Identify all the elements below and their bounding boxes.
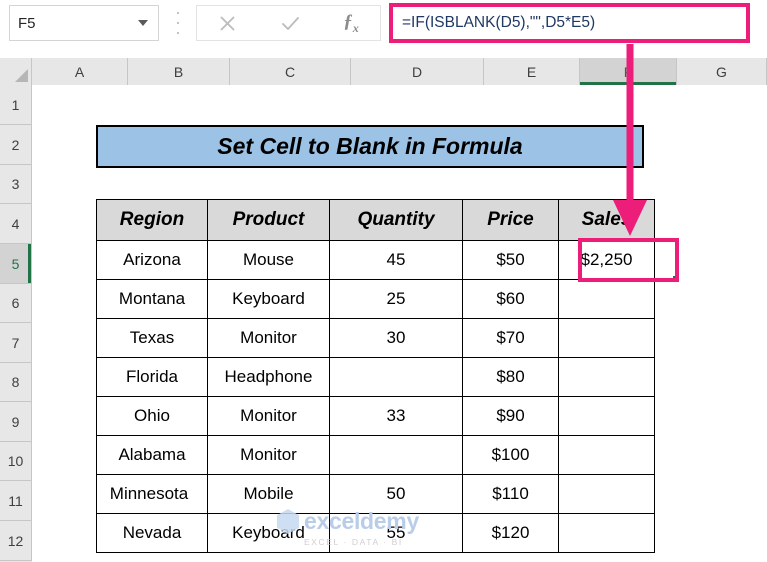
row-header-4[interactable]: 4: [0, 204, 32, 244]
cell-region[interactable]: Florida: [96, 357, 208, 397]
cell-price[interactable]: $90: [462, 396, 559, 436]
column-header-d[interactable]: D: [351, 58, 484, 85]
cell-region-text: Minnesota: [109, 484, 189, 503]
cell-quantity[interactable]: 55: [329, 513, 463, 553]
cell-price[interactable]: $100: [462, 435, 559, 475]
cell-region[interactable]: Ohio: [96, 396, 208, 436]
column-header-c[interactable]: C: [230, 58, 351, 85]
column-header-row: A B C D E F G: [0, 58, 767, 85]
table-row: Minnesota Mobile 50 $110: [96, 474, 655, 514]
cell-sales[interactable]: [558, 279, 655, 319]
cell-product[interactable]: Keyboard: [207, 279, 330, 319]
cell-quantity[interactable]: 50: [329, 474, 463, 514]
column-header-a[interactable]: A: [32, 58, 128, 85]
column-header-product[interactable]: Product: [207, 199, 330, 241]
row-header-column: 1 2 3 4 5 6 7 8 9 10 11 12: [0, 85, 32, 562]
cell-product[interactable]: Monitor: [207, 318, 330, 358]
row-header-9[interactable]: 9: [0, 402, 32, 442]
cell-region[interactable]: Montana: [96, 279, 208, 319]
formula-bar-strip: F5 ƒx =IF(ISBLANK(D5),"",D5*E5): [0, 0, 767, 52]
table-row: Montana Keyboard 25 $60: [96, 279, 655, 319]
cell-price[interactable]: $60: [462, 279, 559, 319]
row-header-12[interactable]: 12: [0, 521, 32, 561]
cell-region[interactable]: Alabama: [96, 435, 208, 475]
column-header-quantity[interactable]: Quantity: [329, 199, 463, 241]
cell-sales[interactable]: [558, 474, 655, 514]
formula-action-buttons: ƒx: [196, 5, 381, 41]
row-header-6[interactable]: 6: [0, 284, 32, 323]
cell-region[interactable]: Arizona: [96, 240, 208, 280]
column-header-g[interactable]: G: [677, 58, 767, 85]
title-banner-cell[interactable]: Set Cell to Blank in Formula: [96, 125, 644, 168]
table-header-row: Region Product Quantity Price Sales: [96, 199, 655, 241]
column-header-sales[interactable]: Sales: [558, 199, 655, 241]
cell-sales[interactable]: $2,250: [558, 240, 655, 280]
row-header-1[interactable]: 1: [0, 85, 32, 125]
cell-sales[interactable]: [558, 513, 655, 553]
cell-region[interactable]: Minnesota: [96, 474, 208, 514]
row-header-7[interactable]: 7: [0, 323, 32, 363]
cell-sales[interactable]: [558, 435, 655, 475]
column-header-price[interactable]: Price: [462, 199, 559, 241]
table-row: Ohio Monitor 33 $90: [96, 396, 655, 436]
toolbar-separator-dots: [176, 12, 180, 34]
checkmark-confirm-icon[interactable]: [280, 14, 301, 33]
cell-price[interactable]: $110: [462, 474, 559, 514]
cell-region[interactable]: Texas: [96, 318, 208, 358]
cell-product[interactable]: Keyboard: [207, 513, 330, 553]
cell-product[interactable]: Monitor: [207, 396, 330, 436]
table-row: Texas Monitor 30 $70: [96, 318, 655, 358]
row-header-11[interactable]: 11: [0, 481, 32, 521]
column-header-region[interactable]: Region: [96, 199, 208, 241]
data-table: Region Product Quantity Price Sales Ariz…: [96, 199, 655, 553]
select-all-corner-icon[interactable]: [0, 58, 32, 85]
name-box[interactable]: F5: [9, 5, 159, 41]
cell-price[interactable]: $70: [462, 318, 559, 358]
cell-product[interactable]: Headphone: [207, 357, 330, 397]
page-title: Set Cell to Blank in Formula: [217, 133, 523, 159]
cell-quantity[interactable]: 45: [329, 240, 463, 280]
cell-price[interactable]: $120: [462, 513, 559, 553]
row-header-3[interactable]: 3: [0, 165, 32, 204]
table-row: Alabama Monitor $100: [96, 435, 655, 475]
cell-price[interactable]: $80: [462, 357, 559, 397]
column-header-f[interactable]: F: [580, 58, 677, 85]
excel-worksheet-screenshot: F5 ƒx =IF(ISBLANK(D5),"",D5*E5) A B C D …: [0, 0, 767, 562]
table-row: Nevada Keyboard 55 $120: [96, 513, 655, 553]
cell-region[interactable]: Nevada: [96, 513, 208, 553]
cell-quantity[interactable]: 30: [329, 318, 463, 358]
row-header-5[interactable]: 5: [0, 244, 32, 284]
cell-product[interactable]: Monitor: [207, 435, 330, 475]
fx-insert-function-icon[interactable]: ƒx: [343, 12, 359, 34]
cell-sales[interactable]: [558, 357, 655, 397]
cell-quantity[interactable]: 25: [329, 279, 463, 319]
formula-input-field[interactable]: =IF(ISBLANK(D5),"",D5*E5): [389, 3, 750, 43]
cell-quantity[interactable]: [329, 435, 463, 475]
cell-quantity[interactable]: 33: [329, 396, 463, 436]
table-row: Florida Headphone $80: [96, 357, 655, 397]
cell-product[interactable]: Mouse: [207, 240, 330, 280]
cell-sales[interactable]: [558, 396, 655, 436]
column-header-b[interactable]: B: [128, 58, 230, 85]
cell-price[interactable]: $50: [462, 240, 559, 280]
chevron-down-icon[interactable]: [138, 20, 148, 26]
row-header-2[interactable]: 2: [0, 125, 32, 165]
formula-text: =IF(ISBLANK(D5),"",D5*E5): [402, 14, 596, 31]
name-box-value: F5: [18, 14, 36, 32]
cell-quantity[interactable]: [329, 357, 463, 397]
row-header-8[interactable]: 8: [0, 363, 32, 402]
column-header-e[interactable]: E: [484, 58, 580, 85]
cell-sales[interactable]: [558, 318, 655, 358]
x-cancel-icon[interactable]: [218, 14, 237, 33]
row-header-10[interactable]: 10: [0, 442, 32, 481]
table-row: Arizona Mouse 45 $50 $2,250: [96, 240, 655, 280]
cell-product[interactable]: Mobile: [207, 474, 330, 514]
